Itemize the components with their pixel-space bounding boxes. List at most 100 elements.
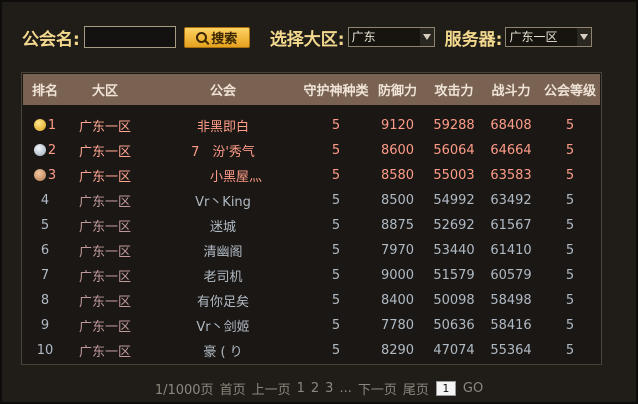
cell-power: 68408 [490, 118, 532, 133]
cell-attack: 50636 [433, 318, 475, 333]
rank-number: 1 [47, 118, 57, 133]
first-page-link[interactable]: 首页 [220, 379, 246, 398]
cell-rank: 3 [23, 168, 67, 183]
server-select[interactable]: 广东一区 [505, 27, 593, 47]
cell-region: 广东一区 [78, 270, 131, 285]
cell-defense: 8500 [380, 193, 415, 208]
cell-attack: 54992 [433, 193, 475, 208]
guild-name-input[interactable] [83, 26, 176, 48]
page-link-1[interactable]: 1 [297, 381, 305, 396]
cell-defense: 8400 [380, 293, 415, 308]
rank-number: 10 [36, 343, 54, 358]
cell-rank: 5 [23, 218, 67, 233]
table-row: 10 广东一区 豪 ( り 5 8290 47074 55364 5 [23, 338, 600, 363]
cell-guardian: 5 [331, 243, 341, 258]
cell-region: 广东一区 [78, 220, 131, 235]
cell-guardian: 5 [331, 193, 341, 208]
cell-guild: 有你足矣 [196, 295, 249, 310]
rank-number: 7 [40, 268, 50, 283]
cell-power: 55364 [490, 343, 532, 358]
header-guild: 公会 [209, 84, 236, 99]
table-row: 9 广东一区 Vr丶剑姬 5 7780 50636 58416 5 [23, 313, 600, 338]
table-header: 排名 大区 公会 守护神种类 防御力 攻击力 战斗力 公会等级 [23, 74, 600, 105]
table-row: 6 广东一区 清幽阁 5 7970 53440 61410 5 [23, 238, 600, 263]
cell-guild: 7 汾'秀气 [191, 145, 255, 160]
cell-attack: 56064 [433, 143, 475, 158]
header-defense: 防御力 [377, 84, 417, 99]
page-link-3[interactable]: 3 [325, 381, 333, 396]
cell-level: 5 [565, 268, 575, 283]
cell-guardian: 5 [331, 343, 341, 358]
table-row: 4 广东一区 Vr丶King 5 8500 54992 63492 5 [23, 188, 600, 213]
cell-guild: 老司机 [203, 270, 243, 285]
cell-power: 63583 [490, 168, 532, 183]
cell-defense: 8290 [380, 343, 415, 358]
header-power: 战斗力 [491, 84, 531, 99]
page-info: 1/1000页 [154, 382, 214, 398]
cell-power: 61567 [490, 218, 532, 233]
cell-region: 广东一区 [78, 170, 131, 185]
cell-region: 广东一区 [78, 245, 131, 260]
cell-guild: 清幽阁 [203, 245, 243, 260]
cell-defense: 8580 [380, 168, 415, 183]
cell-power: 64664 [490, 143, 532, 158]
cell-guardian: 5 [331, 118, 341, 133]
cell-level: 5 [565, 243, 575, 258]
server-label: 服务器: [444, 29, 503, 50]
cell-defense: 9120 [380, 118, 415, 133]
page-link-2[interactable]: 2 [311, 381, 319, 396]
cell-rank: 6 [23, 243, 67, 258]
table-row: 8 广东一区 有你足矣 5 8400 50098 58498 5 [23, 288, 600, 313]
rank-number: 4 [40, 193, 50, 208]
cell-region: 广东一区 [78, 295, 131, 310]
cell-power: 63492 [490, 193, 532, 208]
rank-number: 5 [40, 218, 50, 233]
cell-defense: 7780 [380, 318, 415, 333]
cell-attack: 47074 [433, 343, 475, 358]
search-button[interactable]: 搜索 [183, 26, 250, 48]
page-number-input[interactable] [435, 380, 456, 396]
cell-region: 广东一区 [78, 120, 131, 135]
cell-defense: 8875 [380, 218, 415, 233]
prev-page-link[interactable]: 上一页 [252, 379, 291, 398]
cell-attack: 55003 [433, 168, 475, 183]
cell-region: 广东一区 [78, 345, 131, 360]
rank-number: 2 [47, 143, 57, 158]
dropdown-arrow-icon [419, 28, 434, 46]
rank-number: 9 [40, 318, 50, 333]
search-button-label: 搜索 [211, 31, 238, 47]
cell-level: 5 [565, 318, 575, 333]
cell-attack: 53440 [433, 243, 475, 258]
table-row: 5 广东一区 迷城 5 8875 52692 61567 5 [23, 213, 600, 238]
pagination-ellipsis: ... [339, 380, 352, 396]
cell-power: 61410 [490, 243, 532, 258]
cell-attack: 52692 [433, 218, 475, 233]
search-toolbar: 公会名: 搜索 选择大区: 广东 服务器: 广东一区 [22, 24, 593, 50]
cell-power: 58416 [490, 318, 532, 333]
cell-power: 58498 [490, 293, 532, 308]
cell-region: 广东一区 [78, 320, 131, 335]
cell-level: 5 [565, 143, 575, 158]
search-icon [196, 31, 208, 43]
table-body: 1 广东一区 非黑即白 5 9120 59288 68408 5 2 广东一区 7 汾'秀气 5 860… [23, 113, 600, 363]
header-region: 大区 [91, 84, 118, 99]
cell-rank: 4 [23, 193, 67, 208]
bronze-medal-icon [33, 168, 46, 181]
cell-rank: 2 [23, 143, 67, 158]
cell-level: 5 [565, 168, 575, 183]
go-button[interactable]: GO [463, 381, 483, 396]
rank-number: 3 [47, 168, 57, 183]
cell-attack: 59288 [433, 118, 475, 133]
cell-rank: 7 [23, 268, 67, 283]
rank-number: 8 [40, 293, 50, 308]
cell-guardian: 5 [331, 143, 341, 158]
cell-rank: 9 [23, 318, 67, 333]
dropdown-arrow-icon [577, 28, 592, 46]
cell-guild: Vr丶King [195, 195, 251, 210]
cell-level: 5 [565, 118, 575, 133]
cell-guardian: 5 [331, 318, 341, 333]
cell-guild: 非黑即白 [196, 120, 249, 135]
last-page-link[interactable]: 尾页 [403, 379, 429, 398]
next-page-link[interactable]: 下一页 [358, 379, 397, 398]
region-select[interactable]: 广东 [347, 27, 435, 47]
